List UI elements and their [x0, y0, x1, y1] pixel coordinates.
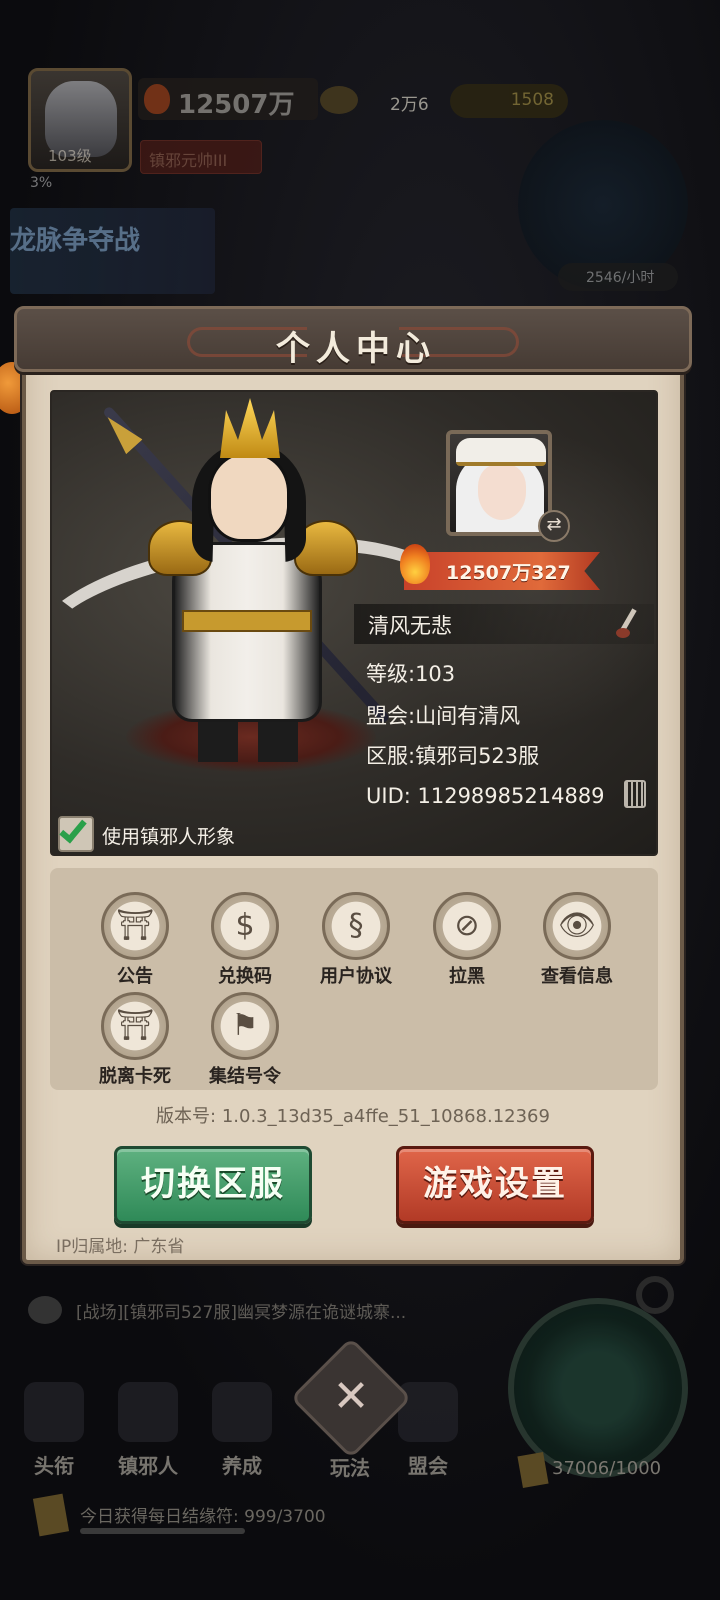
nav-item-heroes[interactable]: 镇邪人	[100, 1372, 196, 1482]
hero-icon	[118, 1382, 178, 1442]
event-banner[interactable]: 龙脉争夺战	[10, 208, 215, 294]
swap-avatar-icon[interactable]: ⇄	[538, 510, 570, 542]
player-portrait[interactable]	[446, 430, 552, 536]
portrait-hat	[456, 438, 546, 466]
dialog-header: 个人中心	[14, 306, 692, 372]
ip-location: IP归属地: 广东省	[56, 1237, 185, 1257]
version-text: 版本号: 1.0.3_13d35_a4ffe_51_10868.12369	[156, 1106, 550, 1127]
hud-gem-value: 1508	[510, 90, 554, 110]
scroll-icon: §	[348, 908, 364, 943]
hero-belt	[182, 610, 312, 632]
dialog-title: 个人中心	[276, 329, 436, 369]
player-server: 区服:镇邪司523服	[366, 744, 540, 768]
view-document-icon: 👁	[557, 908, 597, 943]
hud-gem-counter[interactable]: 1508	[450, 84, 568, 118]
hud-power-value: 12507万	[178, 90, 295, 120]
name-row: 清风无悲	[354, 604, 654, 644]
func-label: 集结号令	[209, 1066, 281, 1087]
player-level: 等级:103	[366, 662, 456, 686]
chat-bubble-icon	[28, 1296, 62, 1324]
nav-label-gameplay: 玩法	[330, 1456, 370, 1480]
guild-hall-icon	[398, 1382, 458, 1442]
func-announcement[interactable]: ⛩ 公告	[80, 888, 190, 987]
switch-server-button[interactable]: 切换区服	[114, 1146, 312, 1224]
hud-gold-value: 2万6	[390, 95, 429, 115]
income-rate-value: 2546/小时	[586, 270, 655, 286]
block-chat-icon: ⊘	[454, 908, 480, 943]
daily-quest-bar[interactable]: 今日获得每日结缘符: 999/3700	[30, 1492, 470, 1538]
gate-icon: ⛩	[115, 1008, 155, 1043]
talisman-icon	[32, 1493, 70, 1537]
title-badge-label: 镇邪元帅III	[149, 151, 228, 170]
player-uid: UID: 11298985214889	[366, 784, 605, 808]
bottom-nav: 头衔 镇邪人 养成 盟会	[0, 1372, 520, 1482]
talisman-icon	[517, 1451, 549, 1489]
flame-icon	[144, 84, 170, 114]
func-redeem-code[interactable]: $ 兑换码	[190, 888, 300, 987]
hero-character-image	[52, 392, 461, 772]
func-block[interactable]: ⊘ 拉黑	[412, 888, 522, 987]
daily-progress-bar	[80, 1528, 245, 1534]
nav-label: 镇邪人	[118, 1454, 178, 1478]
func-view-info[interactable]: 👁 查看信息	[522, 888, 632, 987]
flame-icon	[400, 544, 430, 584]
chat-message: [战场][镇邪司527服]幽冥梦源在诡谜城寨...	[76, 1303, 407, 1323]
gate-icon: ⛩	[115, 908, 155, 943]
main-action-orb[interactable]	[508, 1298, 688, 1478]
player-guild: 盟会:山间有清风	[366, 704, 521, 728]
crossed-swords-icon: ✕	[332, 1371, 370, 1422]
resource-counter: 37006/1000	[517, 1451, 700, 1489]
money-bag-icon: $	[235, 908, 255, 943]
daily-quest-text: 今日获得每日结缘符: 999/3700	[80, 1507, 326, 1527]
hud-level: 103级	[48, 147, 92, 165]
func-label: 查看信息	[541, 966, 613, 987]
gear-icon[interactable]	[636, 1276, 674, 1314]
flag-icon: ⚑	[231, 1008, 259, 1043]
hud-power: 12507万	[138, 78, 318, 120]
player-name: 清风无悲	[368, 614, 452, 638]
copy-uid-icon[interactable]	[624, 780, 646, 808]
gold-ingot-icon	[320, 86, 358, 114]
income-rate: 2546/小时	[558, 263, 678, 291]
func-rally-order[interactable]: ⚑ 集结号令	[190, 988, 300, 1087]
use-hero-skin-label[interactable]: 使用镇邪人形象	[102, 822, 235, 849]
use-hero-skin-checkbox[interactable]	[58, 814, 94, 852]
nav-item-cultivate[interactable]: 养成	[194, 1372, 290, 1482]
dragon-icon	[24, 1382, 84, 1442]
player-power: 12507万327	[446, 562, 571, 584]
checkmark-icon	[59, 814, 87, 844]
brush-tip	[616, 628, 630, 638]
hero-crown	[220, 398, 280, 458]
portrait-face	[478, 464, 526, 520]
func-unstuck[interactable]: ⛩ 脱离卡死	[80, 988, 190, 1087]
cultivate-icon	[212, 1382, 272, 1442]
function-grid: ⛩ 公告 $ 兑换码 § 用户协议 ⊘ 拉黑 👁 查看信息 ⛩ 脱离卡死 ⚑ 集…	[50, 868, 658, 1090]
edit-name-brush-icon[interactable]	[612, 608, 640, 640]
resource-value: 37006/1000	[552, 1458, 662, 1479]
nav-label: 头衔	[34, 1454, 74, 1478]
profile-panel: ⇄ 12507万327 清风无悲 等级:103 盟会:山间有清风 区服:镇邪司5…	[50, 390, 658, 856]
hud-exp-percent: 3%	[30, 175, 53, 191]
func-user-agreement[interactable]: § 用户协议	[301, 888, 411, 987]
hud-title-badge: 镇邪元帅III	[140, 140, 262, 174]
chat-ticker[interactable]: [战场][镇邪司527服]幽冥梦源在诡谜城寨...	[28, 1292, 498, 1332]
nav-item-title[interactable]: 头衔	[6, 1372, 102, 1482]
hero-head	[208, 452, 290, 542]
nav-label: 养成	[222, 1454, 262, 1478]
game-settings-button[interactable]: 游戏设置	[396, 1146, 594, 1224]
event-banner-label: 龙脉争夺战	[10, 226, 141, 256]
personal-center-dialog: 个人中心 ⇄ 12507万327 清风无悲 等级:103 盟会:山间有清风 区服…	[14, 306, 692, 1268]
